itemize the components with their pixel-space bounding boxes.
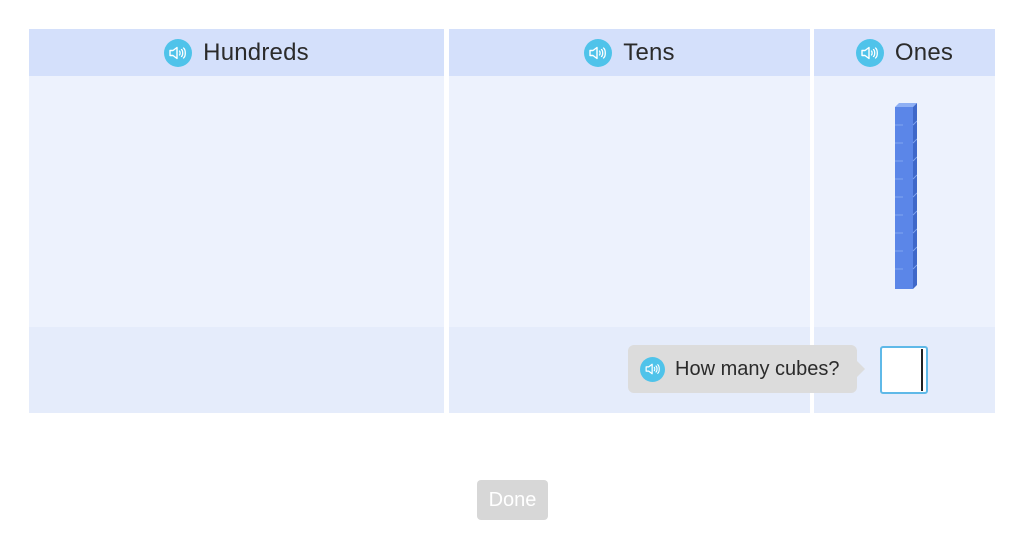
done-button[interactable]: Done	[477, 480, 548, 520]
question-text: How many cubes?	[675, 357, 840, 380]
hundreds-footer	[29, 327, 444, 413]
ones-label: Ones	[894, 38, 954, 66]
ones-header: Ones	[814, 29, 995, 76]
tens-work-area[interactable]	[449, 76, 810, 327]
tens-label: Tens	[623, 38, 675, 66]
speaker-icon[interactable]	[640, 356, 665, 382]
question-bubble: How many cubes?	[628, 345, 865, 393]
speaker-icon[interactable]	[584, 38, 613, 67]
text-cursor	[921, 349, 923, 391]
ones-work-area[interactable]	[814, 76, 995, 327]
cube-rod[interactable]	[891, 103, 917, 289]
hundreds-column: Hundreds	[29, 29, 444, 413]
hundreds-label: Hundreds	[203, 38, 309, 66]
hundreds-work-area[interactable]	[29, 76, 444, 327]
speaker-icon[interactable]	[164, 38, 193, 67]
tens-header: Tens	[449, 29, 810, 76]
speaker-icon[interactable]	[855, 38, 884, 67]
hundreds-header: Hundreds	[29, 29, 444, 76]
